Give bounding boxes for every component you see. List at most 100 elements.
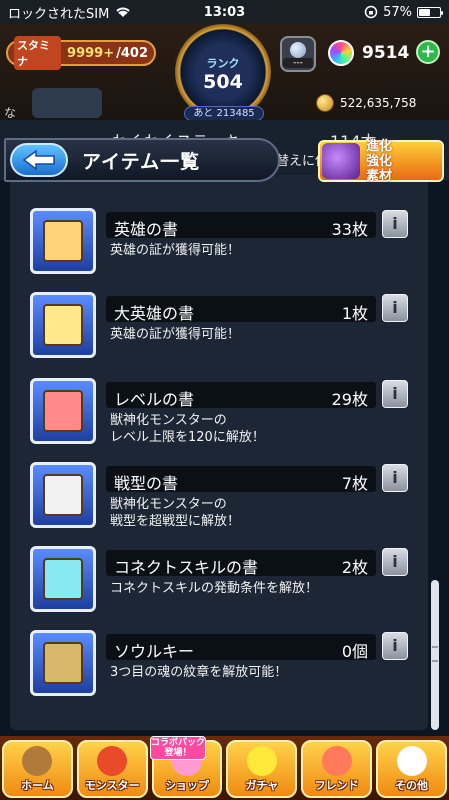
scrollbar-grip-icon[interactable] xyxy=(432,646,438,662)
item-description: 獣神化モンスターの 戦型を超戦型に解放！ xyxy=(110,497,241,529)
rank-value: 504 xyxy=(203,71,243,93)
info-button[interactable]: i xyxy=(382,294,408,322)
status-right: 57% xyxy=(364,4,443,20)
scroll-icon xyxy=(43,304,83,346)
item-row[interactable]: 大英雄の書 1枚 i 英雄の証が獲得可能！ xyxy=(30,292,410,364)
item-name: レベルの書 xyxy=(114,390,195,409)
egg-button[interactable]: --- xyxy=(280,36,316,72)
item-name-bar: コネクトスキルの書 2枚 xyxy=(106,550,376,577)
item-row[interactable]: ソウルキー 0個 i 3つ目の魂の紋章を解放可能！ xyxy=(30,630,410,702)
item-icon[interactable] xyxy=(30,630,96,696)
hidden-item-icon xyxy=(32,88,102,118)
item-count: 7枚 xyxy=(341,474,368,493)
scroll-icon xyxy=(43,558,83,600)
item-name-bar: 大英雄の書 1枚 xyxy=(106,296,376,323)
back-arrow-icon xyxy=(22,149,55,171)
item-count: 33枚 xyxy=(331,220,368,239)
clock: 13:03 xyxy=(203,4,246,20)
orientation-lock-icon xyxy=(364,5,378,19)
info-button[interactable]: i xyxy=(382,464,408,492)
status-bar: ロックされたSIM 13:03 57% xyxy=(0,0,449,24)
nav-label: その他 xyxy=(395,779,429,792)
nav-label: ショップ xyxy=(165,779,210,792)
nav-item[interactable]: ガチャ xyxy=(226,740,298,798)
info-button[interactable]: i xyxy=(382,548,408,576)
item-count: 1枚 xyxy=(341,304,368,323)
stamina-max: /402 xyxy=(116,45,148,61)
info-button[interactable]: i xyxy=(382,632,408,660)
scroll-icon xyxy=(43,642,83,684)
rank-label: ランク xyxy=(206,57,240,70)
status-left: ロックされたSIM xyxy=(8,3,131,22)
item-description: 英雄の証が獲得可能！ xyxy=(110,327,241,342)
item-description: 英雄の証が獲得可能！ xyxy=(110,243,241,258)
info-button[interactable]: i xyxy=(382,380,408,408)
item-row[interactable]: コネクトスキルの書 2枚 i コネクトスキルの発動条件を解放！ xyxy=(30,546,410,618)
item-row[interactable]: レベルの書 29枚 i 獣神化モンスターの レベル上限を120に解放！ xyxy=(30,378,410,450)
item-icon[interactable] xyxy=(30,208,96,274)
item-description: 獣神化モンスターの レベル上限を120に解放！ xyxy=(110,413,265,445)
item-name-bar: 英雄の書 33枚 xyxy=(106,212,376,239)
evolve-material-button[interactable]: 進化 強化 素材 xyxy=(318,138,444,184)
stamina-label: スタミナ xyxy=(14,36,62,70)
nav-item[interactable]: その他 xyxy=(376,740,447,798)
item-icon[interactable] xyxy=(30,378,96,444)
orb-icon xyxy=(328,40,354,66)
nav-item[interactable]: ホーム xyxy=(2,740,73,798)
nav-label: ホーム xyxy=(21,779,54,792)
egg-icon xyxy=(290,42,306,58)
item-description: コネクトスキルの発動条件を解放！ xyxy=(110,581,319,596)
monster-portrait-icon xyxy=(322,143,360,179)
item-row[interactable]: 戦型の書 7枚 i 獣神化モンスターの 戦型を超戦型に解放！ xyxy=(30,462,410,534)
nav-label: フレンド xyxy=(314,779,359,792)
egg-value: --- xyxy=(283,58,313,68)
item-name-bar: 戦型の書 7枚 xyxy=(106,466,376,493)
item-row[interactable]: 英雄の書 33枚 i 英雄の証が獲得可能！ xyxy=(30,208,410,280)
collab-pack-badge[interactable]: コラボパック 登場！ xyxy=(150,736,206,760)
gold-coin-icon xyxy=(316,94,334,112)
nav-icon xyxy=(97,746,128,776)
title-bar: アイテム一覧 xyxy=(4,138,280,182)
item-name: 英雄の書 xyxy=(114,220,179,239)
nav-icon xyxy=(22,746,53,776)
item-name: コネクトスキルの書 xyxy=(114,558,259,577)
gold-amount: 522,635,758 xyxy=(340,96,417,110)
nav-icon xyxy=(246,746,277,776)
info-button[interactable]: i xyxy=(382,210,408,238)
item-count: 0個 xyxy=(341,642,368,661)
stamina-value: 9999+ xyxy=(67,45,115,61)
page-title: アイテム一覧 xyxy=(82,150,201,173)
item-name: ソウルキー xyxy=(114,642,195,661)
scroll-icon xyxy=(43,474,83,516)
wifi-icon xyxy=(116,7,131,17)
item-name-bar: ソウルキー 0個 xyxy=(106,634,376,661)
back-button[interactable] xyxy=(10,143,68,177)
stamina-bar[interactable]: スタミナ 9999+ /402 xyxy=(6,36,156,70)
next-rank-exp: あと 213485 xyxy=(184,106,264,121)
hidden-fragment: な xyxy=(4,106,17,120)
item-icon[interactable] xyxy=(30,546,96,612)
item-icon[interactable] xyxy=(30,292,96,358)
nav-icon xyxy=(396,746,427,776)
item-name-bar: レベルの書 29枚 xyxy=(106,382,376,409)
battery-icon xyxy=(417,6,443,18)
orb-count: 9514 xyxy=(362,43,410,63)
nav-label: モンスター xyxy=(84,779,140,792)
carrier-text: ロックされたSIM xyxy=(8,6,110,22)
nav-icon xyxy=(321,746,352,776)
item-description: 3つ目の魂の紋章を解放可能！ xyxy=(110,665,288,680)
buy-orb-button[interactable]: + xyxy=(416,40,440,64)
nav-item[interactable]: フレンド xyxy=(301,740,373,798)
item-name: 大英雄の書 xyxy=(114,304,195,323)
item-count: 2枚 xyxy=(341,558,368,577)
scroll-icon xyxy=(43,390,83,432)
scroll-icon xyxy=(43,220,83,262)
nav-label: ガチャ xyxy=(245,779,279,792)
bottom-nav: ホーム モンスター ショップ ガチャ フレンド その他 xyxy=(0,736,449,800)
list-scrollbar[interactable] xyxy=(431,580,439,730)
item-icon[interactable] xyxy=(30,462,96,528)
evolve-material-label: 進化 強化 素材 xyxy=(366,138,393,184)
battery-percent: 57% xyxy=(383,4,412,20)
item-count: 29枚 xyxy=(331,390,368,409)
nav-item[interactable]: モンスター xyxy=(76,740,148,798)
